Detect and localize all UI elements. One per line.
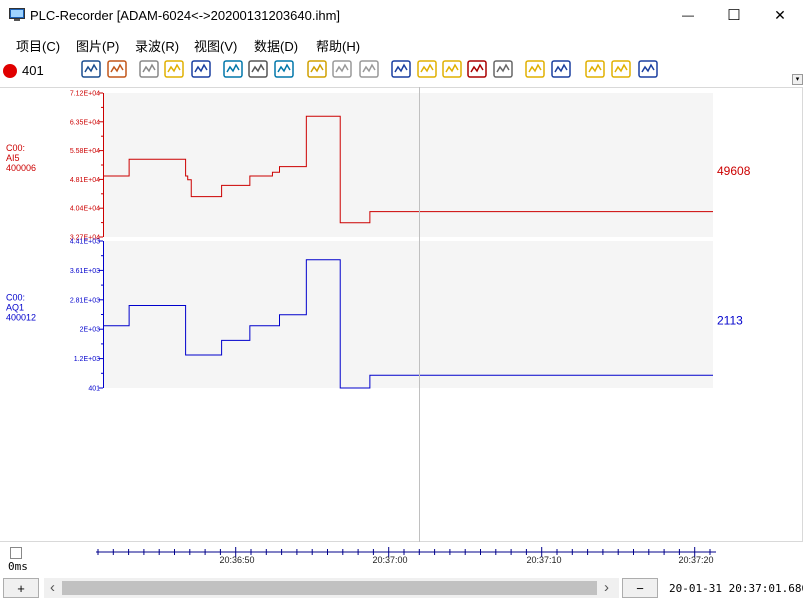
marker-icon	[585, 60, 605, 78]
ab-label-button[interactable]	[441, 58, 463, 80]
scrollbar-thumb[interactable]	[62, 581, 597, 595]
trigger-icon	[391, 60, 411, 78]
minimize-icon: —	[682, 8, 694, 22]
grid-button[interactable]	[247, 58, 269, 80]
time-tick-label: 20:37:00	[372, 555, 407, 565]
minimize-button[interactable]: —	[665, 0, 711, 30]
series-label: 400006	[6, 163, 36, 173]
maximize-icon: ☐	[727, 7, 741, 24]
menu-help[interactable]: 帮助(H)	[316, 36, 360, 55]
y-tick-label: 5.58E+04	[70, 148, 100, 155]
waveform-plot[interactable]: 7.12E+04 6.35E+04 5.58E+04 4.81E+04 4.04E+04…	[0, 87, 803, 542]
series-label: 400012	[6, 313, 36, 323]
marker-button[interactable]	[584, 58, 606, 80]
new-file-button[interactable]	[138, 58, 160, 80]
image-open-button[interactable]	[524, 58, 546, 80]
menu-record[interactable]: 录波(R)	[135, 36, 179, 55]
time-axis[interactable]: 20:36:50 20:37:00 20:37:10 20:37:20	[0, 543, 803, 573]
app-icon	[9, 8, 25, 22]
maximize-button[interactable]: ☐	[711, 0, 757, 30]
time-tick-label: 20:37:20	[678, 555, 713, 565]
edit-icon	[107, 60, 127, 78]
series-label: C00:	[6, 293, 25, 303]
record-count: 401	[22, 63, 44, 78]
window-title: PLC-Recorder [ADAM-6024<->20200131203640…	[30, 8, 341, 23]
y-tick-label: 2E+03	[80, 327, 101, 334]
close-icon: ✕	[774, 6, 786, 23]
lightning-button[interactable]	[610, 58, 632, 80]
open-folder-icon	[164, 60, 184, 78]
plot-panel-background	[103, 241, 713, 388]
cursor-timestamp: 20-01-31 20:37:01.680	[669, 582, 803, 595]
scroll-right-icon[interactable]: ›	[604, 579, 609, 596]
save-icon	[191, 60, 211, 78]
plus-icon: +	[17, 580, 25, 596]
waveform-icon	[223, 60, 243, 78]
wave-settings-button[interactable]	[273, 58, 295, 80]
zoom-in-time-button[interactable]: +	[3, 578, 39, 598]
zoom-reset-icon	[359, 60, 379, 78]
plot-panel-background	[103, 93, 713, 237]
y-tick-label: 4.04E+04	[70, 206, 100, 213]
series-label: AQ1	[6, 303, 24, 313]
rewind-button[interactable]	[637, 58, 659, 80]
zoom-in-icon	[307, 60, 327, 78]
menu-project[interactable]: 项目(C)	[16, 36, 60, 55]
y-tick-label: 7.12E+04	[70, 91, 100, 98]
channels-icon	[81, 60, 101, 78]
trigger-button[interactable]	[390, 58, 412, 80]
record-status-icon	[3, 64, 17, 78]
image-save-icon	[551, 60, 571, 78]
export-button[interactable]	[416, 58, 438, 80]
close-button[interactable]: ✕	[757, 0, 803, 30]
zoom-out-icon	[332, 60, 352, 78]
open-folder-button[interactable]	[163, 58, 185, 80]
menu-picture[interactable]: 图片(P)	[76, 36, 119, 55]
wave-settings-icon	[274, 60, 294, 78]
menu-bar: 项目(C) 图片(P) 录波(R) 视图(V) 数据(D) 帮助(H)	[0, 32, 803, 54]
y-tick-label: 401	[88, 386, 100, 393]
menu-data[interactable]: 数据(D)	[254, 36, 298, 55]
y-tick-label: 2.81E+03	[70, 297, 100, 304]
channels-button[interactable]	[80, 58, 102, 80]
lightning-icon	[611, 60, 631, 78]
toolbar-overflow-button[interactable]: ▾	[792, 74, 803, 85]
y-tick-label: 4.81E+04	[70, 177, 100, 184]
image-open-icon	[525, 60, 545, 78]
image-save-button[interactable]	[550, 58, 572, 80]
zoom-out-button[interactable]	[331, 58, 353, 80]
eraser-icon	[493, 60, 513, 78]
save-button[interactable]	[190, 58, 212, 80]
title-bar: PLC-Recorder [ADAM-6024<->20200131203640…	[0, 0, 803, 32]
new-file-icon	[139, 60, 159, 78]
zoom-in-button[interactable]	[306, 58, 328, 80]
time-scrollbar[interactable]: ‹ ›	[44, 578, 619, 598]
compare-button[interactable]	[466, 58, 488, 80]
minus-icon: −	[636, 580, 644, 596]
menu-view[interactable]: 视图(V)	[194, 36, 237, 55]
export-icon	[417, 60, 437, 78]
grid-icon	[248, 60, 268, 78]
ab-label-icon	[442, 60, 462, 78]
zoom-out-time-button[interactable]: −	[622, 578, 658, 598]
eraser-button[interactable]	[492, 58, 514, 80]
compare-icon	[467, 60, 487, 78]
edit-button[interactable]	[106, 58, 128, 80]
series-label: AI5	[6, 153, 20, 163]
waveform-button[interactable]	[222, 58, 244, 80]
time-tick-label: 20:36:50	[219, 555, 254, 565]
current-value: 2113	[717, 314, 743, 328]
y-tick-label: 1.2E+03	[74, 356, 100, 363]
series-label: C00:	[6, 143, 25, 153]
y-tick-label: 3.61E+03	[70, 268, 100, 275]
time-tick-label: 20:37:10	[526, 555, 561, 565]
y-tick-label: 6.35E+04	[70, 119, 100, 126]
scroll-left-icon[interactable]: ‹	[50, 579, 55, 596]
bottom-panel: 0ms 20:36:50 20:37:00 20:37:10 20:37:20 + ‹…	[0, 543, 803, 603]
y-tick-label: 4.41E+03	[70, 239, 100, 246]
rewind-icon	[638, 60, 658, 78]
current-value: 49608	[717, 164, 751, 178]
zoom-reset-button[interactable]	[358, 58, 380, 80]
